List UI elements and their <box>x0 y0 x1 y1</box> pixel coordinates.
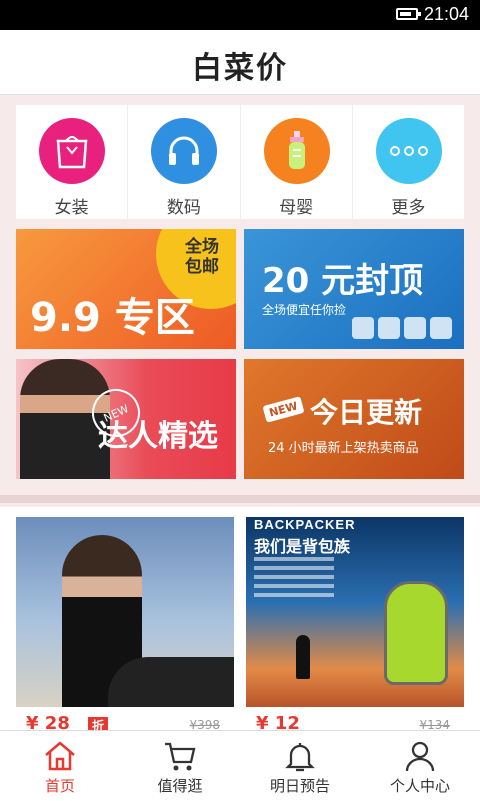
new-badge: NEW <box>262 396 305 423</box>
banner-9-9-zone[interactable]: 全场包邮 9.9 专区 <box>16 229 236 349</box>
original-price: ¥398 <box>189 718 220 730</box>
bottom-tab-bar: 首页 值得逛 明日预告 个人中心 <box>0 730 480 801</box>
category-more[interactable]: 更多 <box>353 105 464 219</box>
tab-profile[interactable]: 个人中心 <box>360 731 480 801</box>
banner-headline: 20 元封顶 <box>262 261 424 301</box>
product-brand: BACKPACKER <box>254 517 356 532</box>
shopping-bag-icon <box>39 118 105 184</box>
discount-tag: 折 <box>88 717 109 730</box>
backpack-image <box>384 581 448 685</box>
tab-worth-browsing[interactable]: 值得逛 <box>120 731 240 801</box>
banner-headline: 达人精选 <box>98 419 218 454</box>
section-divider <box>0 495 480 503</box>
tab-label: 值得逛 <box>157 777 203 795</box>
product-card[interactable]: BACKPACKER 我们是背包族 ¥ 12 ¥134 <box>246 517 464 730</box>
app-header: 白菜价 <box>0 30 480 95</box>
product-headline: 我们是背包族 <box>254 537 351 556</box>
banner-subtitle: 24 小时最新上架热卖商品 <box>268 441 419 456</box>
banner-subtitle: 全场便宜任你捡 <box>262 303 347 317</box>
category-label: 更多 <box>391 198 426 218</box>
category-digital[interactable]: 数码 <box>128 105 241 219</box>
banner-headline: 今日更新 <box>310 396 423 429</box>
banner-20-yuan-cap[interactable]: 20 元封顶 全场便宜任你捡 <box>244 229 464 349</box>
hiker-silhouette <box>296 635 310 679</box>
home-content[interactable]: 女装 数码 母婴 更多 全场包邮 9.9 专区 20 元封顶 全场便宜任你捡 N… <box>0 95 480 730</box>
horse-silhouette <box>108 657 234 707</box>
tab-label: 个人中心 <box>389 777 450 795</box>
bell-icon <box>285 743 315 772</box>
product-image: BACKPACKER 我们是背包族 <box>246 517 464 707</box>
category-label: 母婴 <box>279 198 314 218</box>
status-bar: 21:04 <box>0 0 480 30</box>
category-label: 数码 <box>166 198 201 218</box>
tab-label: 明日预告 <box>269 777 330 795</box>
product-image <box>16 517 234 707</box>
original-price: ¥134 <box>419 718 450 730</box>
category-mother-baby[interactable]: 母婴 <box>241 105 353 219</box>
product-card[interactable]: ¥ 28 折 ¥398 <box>16 517 234 730</box>
tab-tomorrow-preview[interactable]: 明日预告 <box>240 731 360 801</box>
home-icon <box>45 741 75 771</box>
category-label: 女装 <box>54 198 89 218</box>
app-title: 白菜价 <box>192 51 288 86</box>
person-icon <box>405 741 435 772</box>
product-price: ¥ 12 <box>256 713 300 730</box>
product-grid: ¥ 28 折 ¥398 BACKPACKER 我们是背包族 ¥ 12 ¥134 <box>0 507 480 730</box>
product-price: ¥ 28 <box>26 713 70 730</box>
banner-headline: 9.9 专区 <box>30 295 195 341</box>
banner-expert-picks[interactable]: NEW 达人精选 <box>16 359 236 479</box>
product-description-lines <box>254 557 334 602</box>
category-grid: 女装 数码 母婴 更多 <box>16 105 464 219</box>
headphones-icon <box>151 118 218 184</box>
status-time: 21:04 <box>424 4 470 24</box>
battery-fill <box>400 12 411 16</box>
tab-label: 首页 <box>44 777 75 795</box>
baby-bottle-icon <box>263 118 330 184</box>
banner-today-update[interactable]: NEW 今日更新 24 小时最新上架热卖商品 <box>244 359 464 479</box>
product-thumbnails <box>352 317 452 339</box>
tab-home[interactable]: 首页 <box>0 731 120 801</box>
cart-icon <box>165 742 196 771</box>
free-shipping-text: 全场包邮 <box>185 237 219 277</box>
category-women-clothing[interactable]: 女装 <box>16 105 129 219</box>
battery-icon <box>396 8 421 20</box>
more-dots-icon <box>375 118 442 184</box>
